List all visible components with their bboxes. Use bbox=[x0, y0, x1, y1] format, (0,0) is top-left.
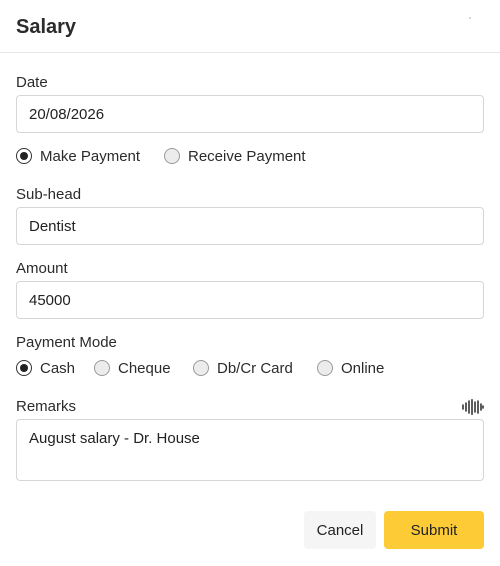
radio-receive-payment-circle[interactable] bbox=[164, 148, 180, 164]
radio-make-payment-circle[interactable] bbox=[16, 148, 32, 164]
remarks-label: Remarks bbox=[16, 398, 77, 415]
dialog-title: Salary bbox=[16, 16, 77, 38]
radio-cheque[interactable]: Cheque bbox=[94, 359, 184, 379]
payment-mode-group: Cash Cheque Db/Cr Card Online bbox=[16, 359, 416, 379]
radio-cash-label: Cash bbox=[40, 360, 76, 377]
radio-cash[interactable]: Cash bbox=[16, 359, 86, 379]
radio-dbcr-card[interactable]: Db/Cr Card bbox=[193, 359, 313, 379]
amount-field[interactable]: 45000 bbox=[16, 281, 484, 319]
dialog-header: Salary bbox=[0, 0, 500, 53]
radio-cheque-label: Cheque bbox=[118, 360, 171, 377]
radio-online-circle[interactable] bbox=[317, 360, 333, 376]
radio-online-label: Online bbox=[341, 360, 385, 377]
payment-mode-label: Payment Mode bbox=[16, 334, 117, 351]
radio-dbcr-card-circle[interactable] bbox=[193, 360, 209, 376]
radio-online[interactable]: Online bbox=[317, 359, 407, 379]
amount-label: Amount bbox=[16, 260, 68, 277]
remarks-value: August salary - Dr. House bbox=[29, 430, 200, 447]
radio-dbcr-card-label: Db/Cr Card bbox=[217, 360, 293, 377]
date-label: Date bbox=[16, 74, 48, 91]
header-dot bbox=[469, 17, 471, 19]
radio-make-payment[interactable]: Make Payment bbox=[16, 147, 156, 167]
radio-make-payment-label: Make Payment bbox=[40, 148, 141, 165]
waveform-icon[interactable] bbox=[462, 399, 484, 415]
remarks-textarea[interactable]: August salary - Dr. House bbox=[16, 419, 484, 481]
radio-receive-payment[interactable]: Receive Payment bbox=[164, 147, 324, 167]
radio-cheque-circle[interactable] bbox=[94, 360, 110, 376]
radio-receive-payment-label: Receive Payment bbox=[188, 148, 306, 165]
radio-cash-circle[interactable] bbox=[16, 360, 32, 376]
amount-value: 45000 bbox=[29, 292, 71, 309]
cancel-button[interactable]: Cancel bbox=[304, 511, 376, 549]
subhead-field[interactable]: Dentist bbox=[16, 207, 484, 245]
date-field[interactable]: 20/08/2026 bbox=[16, 95, 484, 133]
submit-button[interactable]: Submit bbox=[384, 511, 484, 549]
subhead-label: Sub-head bbox=[16, 186, 82, 203]
subhead-value: Dentist bbox=[29, 218, 76, 235]
payment-type-group: Make Payment Receive Payment bbox=[16, 147, 336, 167]
date-value: 20/08/2026 bbox=[29, 106, 105, 123]
